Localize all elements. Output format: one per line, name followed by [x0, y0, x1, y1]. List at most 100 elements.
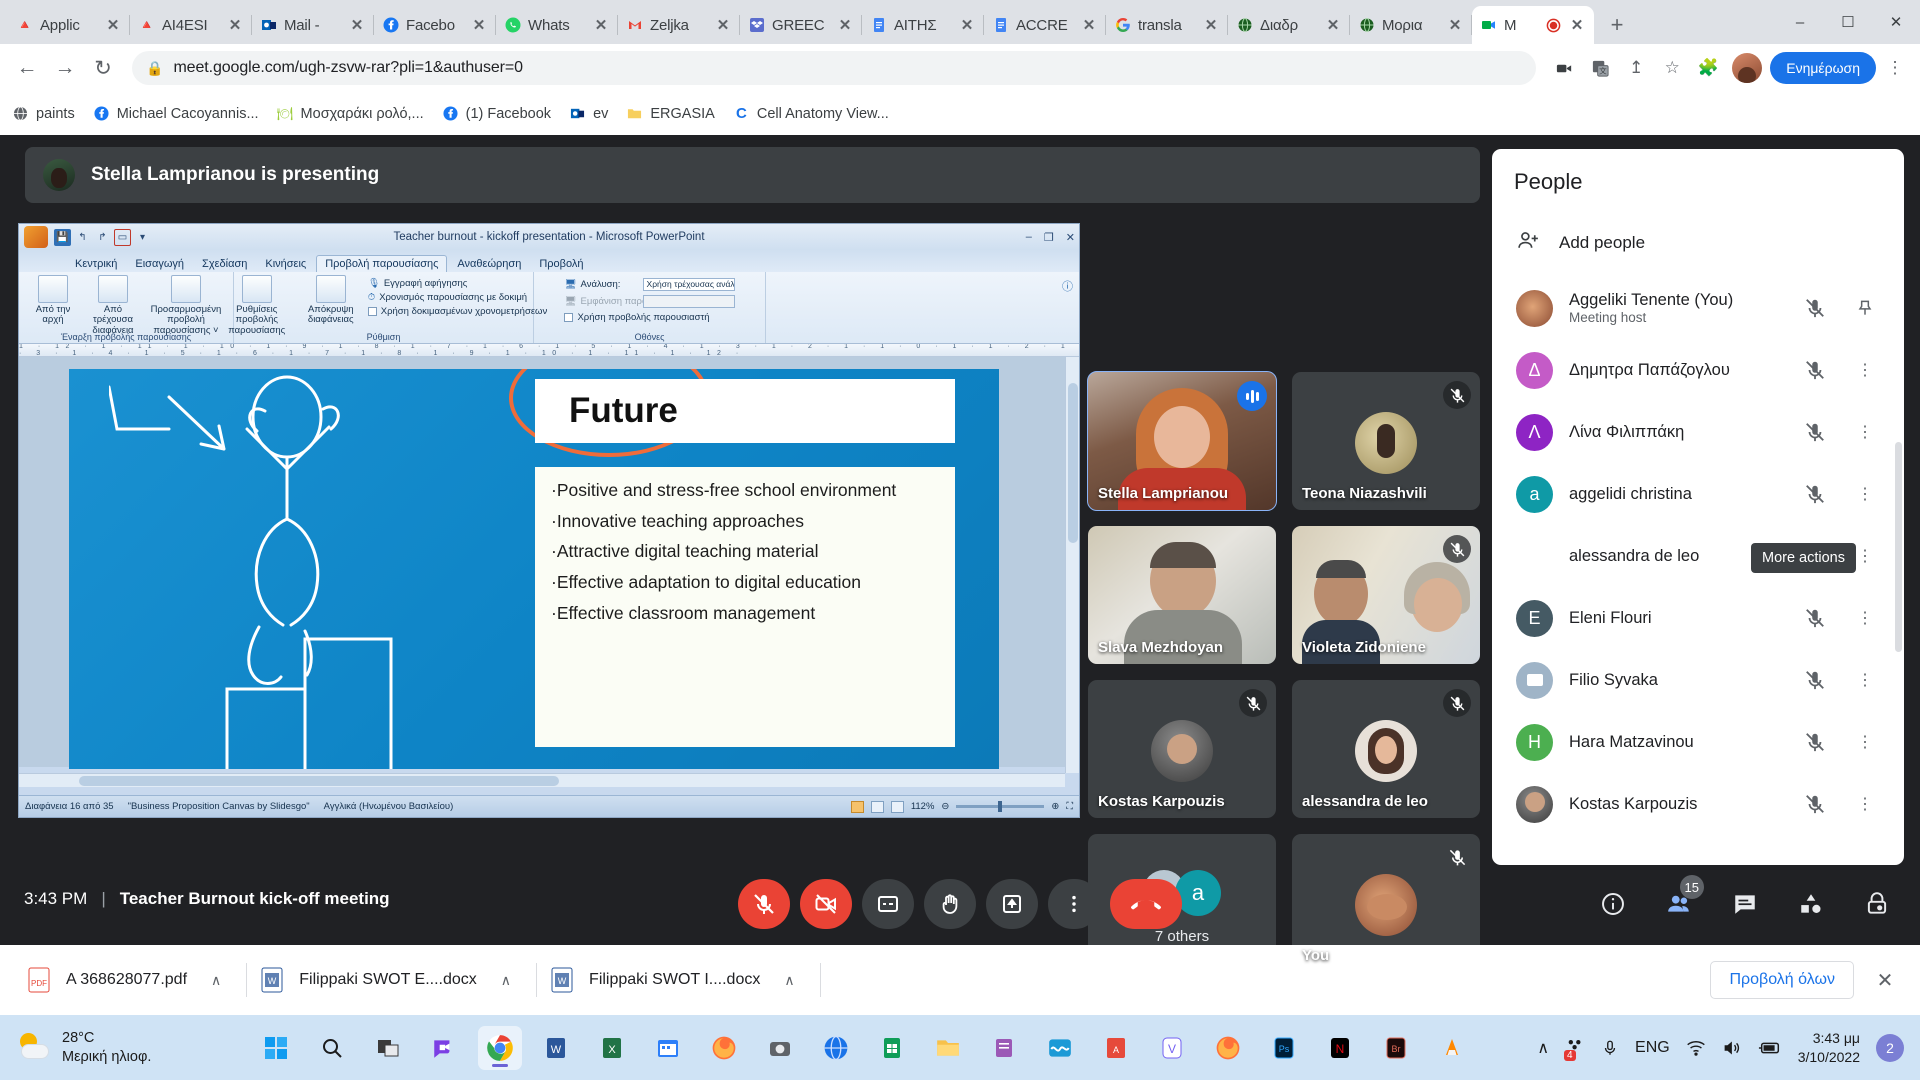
notes-app[interactable]	[982, 1026, 1026, 1070]
shared-screen-stage[interactable]: 💾 ↰ ↱ ▭ ▾ Teacher burnout - kickoff pres…	[18, 223, 1080, 818]
participant-row[interactable]: Filio Syvaka ⋮	[1492, 649, 1904, 711]
mic-off-icon[interactable]	[1798, 297, 1832, 319]
ribbon-tab-design[interactable]: Σχεδίαση	[194, 256, 255, 272]
chevron-up-icon[interactable]: ∧	[501, 972, 511, 989]
ppt-restore-button[interactable]: ❐	[1044, 231, 1054, 244]
bridge-app[interactable]: Br	[1374, 1026, 1418, 1070]
bookmark-item[interactable]: (1) Facebook	[442, 105, 551, 122]
ribbon-tab-slideshow[interactable]: Προβολή παρουσίασης	[316, 255, 448, 272]
address-bar[interactable]: 🔒 meet.google.com/ugh-zsvw-rar?pli=1&aut…	[132, 51, 1537, 85]
mic-off-icon[interactable]	[1798, 669, 1832, 691]
tile-kostas-karpouzis[interactable]: Kostas Karpouzis	[1088, 680, 1276, 818]
more-actions-icon[interactable]: ⋮	[1848, 360, 1882, 380]
hide-slide-button[interactable]: Απόκρυψη διαφάνειας	[302, 275, 360, 326]
ribbon-tab-home[interactable]: Κεντρική	[67, 256, 125, 272]
slide-sorter-icon[interactable]	[870, 800, 884, 813]
mic-off-icon[interactable]	[1798, 731, 1832, 753]
close-icon[interactable]: ✕	[1568, 16, 1586, 34]
share-icon[interactable]: ↥	[1620, 52, 1652, 84]
leave-call-button[interactable]	[1110, 879, 1182, 929]
browser-tab[interactable]: Zeljka ✕	[618, 6, 740, 44]
battery-icon[interactable]	[1758, 1040, 1782, 1056]
bookmark-item[interactable]: paints	[12, 105, 75, 122]
tile-slava-mezhdoyan[interactable]: Slava Mezhdoyan	[1088, 526, 1276, 664]
start-from-beginning-button[interactable]: Από την αρχή	[27, 275, 79, 326]
forward-button[interactable]: →	[48, 51, 82, 85]
participant-row[interactable]: H Hara Matzavinou ⋮	[1492, 711, 1904, 773]
resolution-row[interactable]: 🖥 Ανάλυση: Χρήση τρέχουσας ανάλ...	[564, 278, 735, 291]
raise-hand-button[interactable]	[924, 879, 976, 929]
close-icon[interactable]: ✕	[104, 16, 122, 34]
reading-view-icon[interactable]	[890, 800, 904, 813]
volume-icon[interactable]	[1722, 1039, 1742, 1057]
mic-icon[interactable]	[1601, 1039, 1619, 1057]
start-button[interactable]	[254, 1026, 298, 1070]
ribbon-tab-review[interactable]: Αναθεώρηση	[449, 256, 529, 272]
more-actions-icon[interactable]: ⋮	[1848, 794, 1882, 814]
chevron-up-icon[interactable]: ∧	[211, 972, 221, 989]
vertical-scrollbar[interactable]	[1065, 357, 1079, 773]
weather-widget[interactable]: 28°C Μερική ηλιοφ.	[0, 1029, 230, 1065]
photoshop-app[interactable]: Ps	[1262, 1026, 1306, 1070]
browser-tab[interactable]: Mail - ✕	[252, 6, 374, 44]
window-close-button[interactable]: ✕	[1872, 0, 1920, 44]
close-icon[interactable]: ✕	[348, 16, 366, 34]
wifi-icon[interactable]	[1686, 1039, 1706, 1057]
browser-tab[interactable]: ACCRE ✕	[984, 6, 1106, 44]
firefox-app[interactable]	[702, 1026, 746, 1070]
camera-blocked-icon[interactable]	[1548, 52, 1580, 84]
bookmark-item[interactable]: ev	[569, 105, 608, 122]
resolution-dropdown[interactable]: Χρήση τρέχουσας ανάλ...	[642, 278, 735, 291]
clock[interactable]: 3:43 μμ 3/10/2022	[1798, 1029, 1860, 1065]
close-icon[interactable]: ✕	[836, 16, 854, 34]
close-icon[interactable]: ✕	[1324, 16, 1342, 34]
sheets-app[interactable]	[870, 1026, 914, 1070]
slide-editing-area[interactable]: Future ·Positive and stress-free school …	[19, 357, 1079, 769]
chat-button[interactable]	[1724, 883, 1766, 925]
browser-tab-active[interactable]: M ✕	[1472, 6, 1594, 44]
mic-off-icon[interactable]	[1798, 359, 1832, 381]
close-icon[interactable]: ✕	[470, 16, 488, 34]
tile-teona-niazashvili[interactable]: Teona Niazashvili	[1292, 372, 1480, 510]
mic-off-icon[interactable]	[1798, 483, 1832, 505]
download-item[interactable]: PDF A 368628077.pdf ∧	[14, 958, 248, 1002]
more-actions-icon[interactable]: ⋮	[1848, 732, 1882, 752]
maximize-button[interactable]: ☐	[1824, 0, 1872, 44]
tile-alessandra-de-leo[interactable]: alessandra de leo	[1292, 680, 1480, 818]
browser-tab[interactable]: ΑΙΤΗΣ ✕	[862, 6, 984, 44]
avatar[interactable]	[1732, 53, 1763, 83]
ppt-minimize-button[interactable]: –	[1026, 231, 1032, 244]
zoom-in-icon[interactable]: ⊕	[1051, 801, 1059, 812]
more-actions-icon[interactable]: ⋮	[1848, 484, 1882, 504]
participant-row[interactable]: Λ Λίνα Φιλιππάκη ⋮	[1492, 401, 1904, 463]
participant-row[interactable]: Δ Δημητρα Παπάζογλου ⋮	[1492, 339, 1904, 401]
translate-icon[interactable]: 文	[1584, 52, 1616, 84]
new-tab-button[interactable]: +	[1600, 8, 1634, 42]
zoom-slider[interactable]	[956, 801, 1045, 812]
browser-tab[interactable]: GREEC ✕	[740, 6, 862, 44]
viber-app[interactable]: V	[1150, 1026, 1194, 1070]
tile-violeta-zidoniene[interactable]: Violeta Zidoniene	[1292, 526, 1480, 664]
close-icon[interactable]: ✕	[1446, 16, 1464, 34]
firefox2-app[interactable]	[1206, 1026, 1250, 1070]
participant-row[interactable]: Kostas Karpouzis ⋮	[1492, 773, 1904, 835]
chrome-app[interactable]	[478, 1025, 522, 1070]
acrobat-app[interactable]: A	[1094, 1026, 1138, 1070]
vlc-app[interactable]	[1430, 1026, 1474, 1070]
ppt-close-button[interactable]: ✕	[1066, 231, 1075, 244]
update-button[interactable]: Ενημέρωση	[1770, 52, 1876, 84]
more-actions-icon[interactable]: ⋮	[1848, 670, 1882, 690]
browser-tab[interactable]: Διαδρ ✕	[1228, 6, 1350, 44]
netflix-app[interactable]: N	[1318, 1026, 1362, 1070]
mic-off-icon[interactable]	[1798, 607, 1832, 629]
more-actions-icon[interactable]: ⋮	[1848, 422, 1882, 442]
explorer-app[interactable]	[926, 1026, 970, 1070]
wave-app[interactable]	[1038, 1026, 1082, 1070]
bookmark-star-icon[interactable]: ☆	[1656, 52, 1688, 84]
close-icon[interactable]: ✕	[714, 16, 732, 34]
close-icon[interactable]: ✕	[958, 16, 976, 34]
show-all-downloads-button[interactable]: Προβολή όλων	[1710, 961, 1854, 999]
calendar-app[interactable]	[646, 1026, 690, 1070]
browser-tab[interactable]: 🔺 Applic ✕	[8, 6, 130, 44]
mic-off-icon[interactable]	[1798, 421, 1832, 443]
